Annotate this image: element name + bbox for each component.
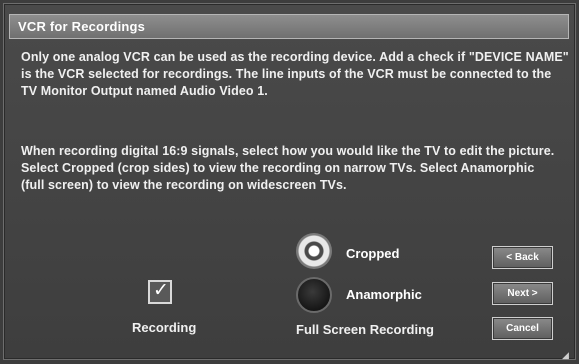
full-screen-recording-label: Full Screen Recording xyxy=(296,322,434,337)
recording-checkbox[interactable]: ✓ xyxy=(148,279,172,304)
window-title: VCR for Recordings xyxy=(18,19,146,34)
checkmark-icon: ✓ xyxy=(153,279,169,301)
title-bar: VCR for Recordings xyxy=(9,14,569,39)
next-button[interactable]: Next > xyxy=(492,282,553,305)
recording-label: Recording xyxy=(132,320,197,335)
cropped-label: Cropped xyxy=(346,246,400,261)
resize-grip-icon[interactable]: ◢ xyxy=(562,350,569,361)
anamorphic-label: Anamorphic xyxy=(346,287,422,302)
instructions-paragraph-2: When recording digital 16:9 signals, sel… xyxy=(21,144,555,192)
cropped-radio[interactable] xyxy=(296,233,332,269)
cancel-button[interactable]: Cancel xyxy=(492,317,553,340)
instructions-paragraph-1: Only one analog VCR can be used as the r… xyxy=(21,50,569,98)
vcr-recordings-window: VCR for Recordings Only one analog VCR c… xyxy=(3,3,576,360)
back-button[interactable]: < Back xyxy=(492,246,553,269)
anamorphic-radio[interactable] xyxy=(296,277,332,313)
